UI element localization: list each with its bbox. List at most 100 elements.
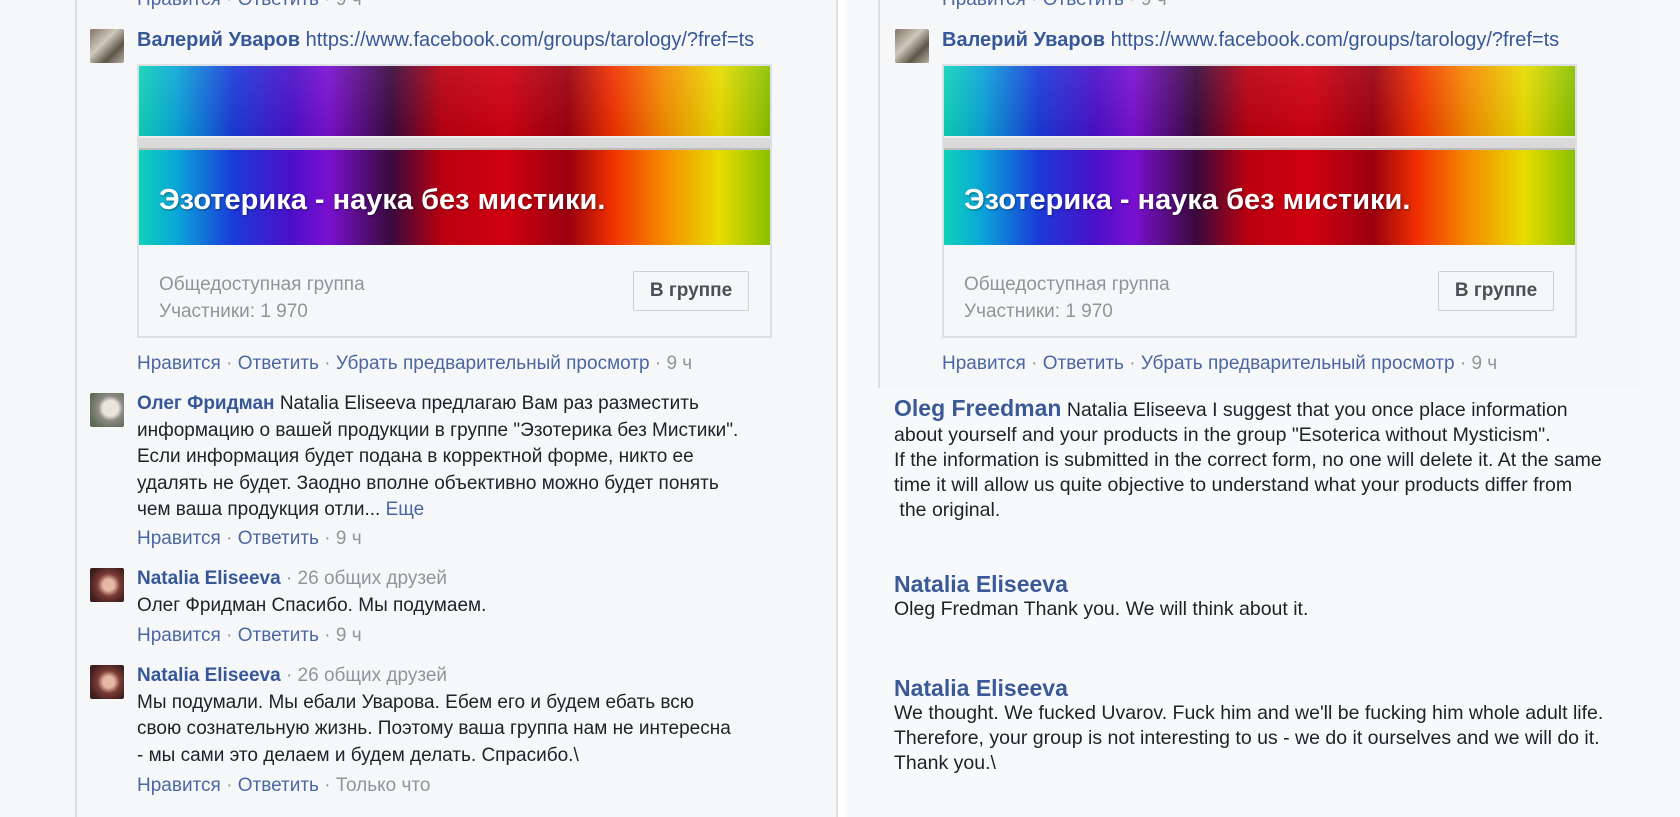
- reply-link[interactable]: Ответить: [238, 528, 319, 549]
- separator: ·: [1129, 353, 1136, 374]
- group-cover-title: Эзотерика - наука без мистики.: [159, 184, 606, 216]
- reply-link[interactable]: Ответить: [1043, 353, 1124, 374]
- like-link[interactable]: Нравится: [942, 353, 1026, 374]
- comment-line: удалять не будет. Заодно вполне объектив…: [137, 472, 719, 494]
- timestamp[interactable]: 9 ч: [1141, 0, 1167, 10]
- timestamp[interactable]: 9 ч: [666, 353, 692, 374]
- in-group-button[interactable]: В группе: [633, 271, 749, 311]
- comment-actions: Нравится · Ответить · Убрать предварител…: [942, 353, 1497, 375]
- separator: ·: [654, 353, 662, 374]
- group-preview-card[interactable]: Эзотерика - наука без мистики. Общедосту…: [942, 64, 1577, 338]
- group-privacy: Общедоступная группа: [964, 274, 1170, 295]
- reply-link[interactable]: Ответить: [238, 0, 319, 10]
- separator: ·: [1031, 353, 1038, 374]
- comment-line: свою сознательную жизнь. Поэтому ваша гр…: [137, 718, 731, 739]
- separator: ·: [226, 353, 233, 374]
- comment-line: чем ваша продукция отли...: [137, 499, 381, 520]
- comment-oleg: Олег Фридман Natalia Eliseeva предлагаю …: [137, 391, 738, 524]
- like-link[interactable]: Нравится: [137, 625, 221, 646]
- author-name[interactable]: Natalia Eliseeva: [137, 568, 281, 589]
- comment-line: Natalia Eliseeva предлагаю Вам раз разме…: [279, 393, 699, 414]
- comment-natalia-1: Natalia Eliseeva · 26 общих друзей Олег …: [137, 566, 486, 619]
- translation-natalia-1: Natalia Eliseeva Oleg Fredman Thank you.…: [894, 572, 1308, 622]
- author-name[interactable]: Валерий Уваров: [137, 29, 300, 51]
- author-name[interactable]: Олег Фридман: [137, 393, 275, 414]
- comment-text: Олег Фридман Спасибо. Мы подумаем.: [137, 594, 487, 616]
- top-actions-left: Нравится · Ответить · 9 ч: [137, 0, 362, 11]
- group-privacy: Общедоступная группа: [159, 274, 365, 295]
- comment-actions: Нравится · Ответить · Только что: [137, 775, 430, 797]
- author-name[interactable]: Валерий Уваров: [942, 29, 1105, 51]
- separator: ·: [1031, 0, 1037, 10]
- comment-line: Мы подумали. Мы ебали Уварова. Ебем его …: [137, 691, 695, 713]
- group-cover-title: Эзотерика - наука без мистики.: [964, 184, 1411, 216]
- timestamp[interactable]: 9 ч: [336, 0, 362, 10]
- reply-link[interactable]: Ответить: [238, 775, 319, 796]
- comment-actions: Нравится · Ответить · 9 ч: [137, 528, 362, 550]
- comment-actions: Нравится · Ответить · 9 ч: [137, 625, 362, 647]
- top-actions-right: Нравится · Ответить · 9 ч: [942, 0, 1167, 11]
- translated-author-name: Natalia Eliseeva: [894, 571, 1068, 597]
- comment-natalia-2: Natalia Eliseeva · 26 общих друзей Мы по…: [137, 663, 731, 769]
- translation-line: If the information is submitted in the c…: [894, 449, 1602, 471]
- separator: ·: [226, 0, 232, 10]
- translation-line: the original.: [894, 499, 1001, 521]
- reply-link[interactable]: Ответить: [238, 353, 319, 374]
- like-link[interactable]: Нравится: [137, 775, 221, 796]
- avatar[interactable]: [895, 29, 929, 63]
- comment-line: Если информация будет подана в корректно…: [137, 446, 694, 467]
- mutual-friends[interactable]: · 26 общих друзей: [286, 568, 447, 589]
- comment-line: информацию о вашей продукции в группе "Э…: [137, 419, 739, 441]
- like-link[interactable]: Нравится: [137, 353, 221, 374]
- timestamp[interactable]: 9 ч: [336, 625, 362, 646]
- group-link[interactable]: https://www.facebook.com/groups/tarology…: [306, 29, 755, 51]
- translation-line: Therefore, your group is not interesting…: [894, 727, 1600, 749]
- separator: ·: [1459, 353, 1467, 374]
- reply-link[interactable]: Ответить: [238, 625, 319, 646]
- like-link[interactable]: Нравится: [137, 0, 221, 10]
- separator: ·: [324, 528, 331, 549]
- group-members: Участники: 1 970: [964, 301, 1113, 322]
- reply-link[interactable]: Ответить: [1043, 0, 1124, 10]
- translation-line: We thought. We fucked Uvarov. Fuck him a…: [894, 702, 1604, 724]
- avatar[interactable]: [90, 393, 124, 427]
- mutual-friends[interactable]: · 26 общих друзей: [286, 665, 447, 686]
- separator: ·: [324, 775, 331, 796]
- separator: ·: [226, 625, 233, 646]
- translated-author-name: Natalia Eliseeva: [894, 675, 1068, 701]
- like-link[interactable]: Нравится: [137, 528, 221, 549]
- timestamp[interactable]: Только что: [336, 775, 431, 796]
- author-name[interactable]: Natalia Eliseeva: [137, 665, 281, 686]
- group-cover-image[interactable]: Эзотерика - наука без мистики.: [944, 66, 1575, 245]
- avatar[interactable]: [90, 665, 124, 699]
- translation-oleg: Oleg Freedman Natalia Eliseeva I suggest…: [894, 396, 1602, 523]
- comment-header: Валерий Уваров https://www.facebook.com/…: [137, 29, 754, 52]
- see-more-link[interactable]: Еще: [386, 499, 425, 520]
- separator: ·: [226, 528, 233, 549]
- group-meta: Общедоступная группа Участники: 1 970: [964, 271, 1170, 325]
- translation-natalia-2: Natalia Eliseeva We thought. We fucked U…: [894, 676, 1603, 776]
- group-members: Участники: 1 970: [159, 301, 308, 322]
- in-group-button[interactable]: В группе: [1438, 271, 1554, 311]
- translation-text: Oleg Fredman Thank you. We will think ab…: [894, 598, 1309, 620]
- timestamp[interactable]: 9 ч: [1471, 353, 1497, 374]
- column-divider: [838, 0, 845, 817]
- timestamp[interactable]: 9 ч: [336, 528, 362, 549]
- like-link[interactable]: Нравится: [942, 0, 1026, 10]
- separator: ·: [324, 0, 330, 10]
- comment-actions: Нравится · Ответить · Убрать предварител…: [137, 353, 692, 375]
- avatar[interactable]: [90, 568, 124, 602]
- group-cover-image[interactable]: Эзотерика - наука без мистики.: [139, 66, 770, 245]
- avatar[interactable]: [90, 29, 124, 63]
- translation-line: Thank you.\: [894, 752, 996, 774]
- separator: ·: [324, 353, 331, 374]
- separator: ·: [226, 775, 233, 796]
- separator: ·: [1129, 0, 1135, 10]
- separator: ·: [324, 625, 331, 646]
- remove-preview-link[interactable]: Убрать предварительный просмотр: [336, 353, 650, 374]
- remove-preview-link[interactable]: Убрать предварительный просмотр: [1141, 353, 1455, 374]
- group-link[interactable]: https://www.facebook.com/groups/tarology…: [1111, 29, 1560, 51]
- group-preview-card[interactable]: Эзотерика - наука без мистики. Общедосту…: [137, 64, 772, 338]
- group-meta: Общедоступная группа Участники: 1 970: [159, 271, 365, 325]
- comment-line: - мы сами это делаем и будем делать. Спр…: [137, 744, 579, 766]
